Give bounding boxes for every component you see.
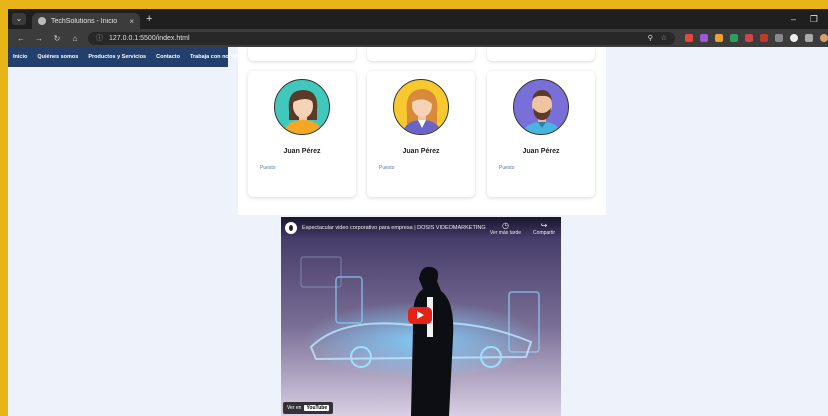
nav-link-contacto[interactable]: Contacto bbox=[156, 54, 180, 60]
member-role: Puesto bbox=[499, 165, 515, 171]
browser-window: ⌄ TechSolutions - Inicio × + – ❐ ← → ↻ ⌂… bbox=[8, 9, 828, 416]
tab-search-icon[interactable]: ⌄ bbox=[12, 13, 26, 25]
window-controls: – ❐ bbox=[791, 14, 828, 25]
site-navbar: Inicio Quiénes somos Productos y Servici… bbox=[8, 47, 246, 67]
member-role: Puesto bbox=[260, 165, 276, 171]
team-card: Juan Pérez Puesto bbox=[248, 71, 356, 197]
team-card: Juan Pérez Puesto bbox=[367, 71, 475, 197]
url-text[interactable]: 127.0.0.1:5500/index.html bbox=[109, 35, 190, 42]
play-button[interactable] bbox=[408, 307, 432, 324]
zoom-icon[interactable]: ⚲ bbox=[648, 34, 653, 42]
member-name: Juan Pérez bbox=[402, 148, 440, 155]
forward-icon[interactable]: → bbox=[34, 34, 44, 43]
watch-on-label: Ver en bbox=[287, 405, 302, 411]
team-section: Juan Pérez Puesto Juan Pérez Puesto Juan… bbox=[238, 47, 606, 215]
minimize-icon[interactable]: – bbox=[791, 14, 796, 25]
extension-icon[interactable] bbox=[790, 34, 798, 42]
back-icon[interactable]: ← bbox=[16, 34, 26, 43]
card-bottom-edge bbox=[367, 47, 475, 61]
clock-icon: ◷ bbox=[501, 221, 509, 230]
man-avatar-icon bbox=[522, 90, 562, 134]
extension-icon[interactable] bbox=[760, 34, 768, 42]
favicon-icon bbox=[38, 17, 46, 25]
profile-avatar[interactable] bbox=[820, 34, 828, 42]
web-page: Inicio Quiénes somos Productos y Servici… bbox=[8, 47, 828, 416]
home-icon[interactable]: ⌂ bbox=[70, 34, 80, 43]
watch-on-youtube-button[interactable]: Ver en YouTube bbox=[283, 402, 334, 414]
member-name: Juan Pérez bbox=[522, 148, 560, 155]
youtube-video-embed[interactable]: Espectacular video corporativo para empr… bbox=[281, 217, 561, 416]
site-info-icon[interactable]: ⓘ bbox=[96, 33, 103, 43]
woman-avatar-icon bbox=[402, 89, 442, 134]
team-card: Juan Pérez Puesto bbox=[487, 71, 595, 197]
member-role: Puesto bbox=[379, 165, 395, 171]
card-bottom-edge bbox=[487, 47, 595, 61]
address-bar: ← → ↻ ⌂ ⓘ 127.0.0.1:5500/index.html ⚲ ☆ bbox=[8, 29, 828, 47]
share-button[interactable]: ↪ Compartir bbox=[533, 221, 555, 236]
reload-icon[interactable]: ↻ bbox=[52, 34, 62, 43]
youtube-logo-icon: YouTube bbox=[304, 405, 330, 411]
new-tab-button[interactable]: + bbox=[146, 13, 152, 25]
restore-icon[interactable]: ❐ bbox=[810, 14, 818, 25]
extension-icon[interactable] bbox=[745, 34, 753, 42]
extension-icon[interactable] bbox=[730, 34, 738, 42]
title-bar: ⌄ TechSolutions - Inicio × + – ❐ bbox=[8, 9, 828, 29]
extensions-puzzle-icon[interactable] bbox=[805, 34, 813, 42]
bookmark-star-icon[interactable]: ☆ bbox=[661, 34, 667, 42]
woman-avatar-icon bbox=[283, 90, 323, 134]
card-bottom-edge bbox=[248, 47, 356, 61]
watch-later-label: Ver más tarde bbox=[489, 230, 522, 236]
url-box[interactable]: ⓘ 127.0.0.1:5500/index.html ⚲ ☆ bbox=[88, 31, 675, 45]
extensions-bar bbox=[685, 34, 828, 42]
share-icon: ↪ bbox=[540, 221, 548, 230]
extension-icon[interactable] bbox=[700, 34, 708, 42]
browser-tab[interactable]: TechSolutions - Inicio × bbox=[32, 13, 140, 29]
video-title[interactable]: Espectacular video corporativo para empr… bbox=[302, 225, 486, 231]
nav-buttons: ← → ↻ ⌂ bbox=[8, 34, 80, 43]
extension-icon[interactable] bbox=[775, 34, 783, 42]
member-name: Juan Pérez bbox=[283, 148, 321, 155]
nav-link-quienes-somos[interactable]: Quiénes somos bbox=[37, 54, 78, 60]
share-label: Compartir bbox=[533, 230, 555, 236]
nav-link-inicio[interactable]: Inicio bbox=[13, 54, 27, 60]
extension-icon[interactable] bbox=[685, 34, 693, 42]
avatar bbox=[274, 79, 330, 135]
close-tab-icon[interactable]: × bbox=[129, 17, 134, 26]
nav-link-productos[interactable]: Productos y Servicios bbox=[88, 54, 146, 60]
extension-icon[interactable] bbox=[715, 34, 723, 42]
video-top-controls: ◷ Ver más tarde ↪ Compartir bbox=[490, 221, 555, 236]
avatar bbox=[393, 79, 449, 135]
watch-later-button[interactable]: ◷ Ver más tarde bbox=[490, 221, 521, 236]
avatar bbox=[513, 79, 569, 135]
channel-logo-icon[interactable] bbox=[285, 222, 297, 234]
tab-title: TechSolutions - Inicio bbox=[51, 17, 118, 25]
